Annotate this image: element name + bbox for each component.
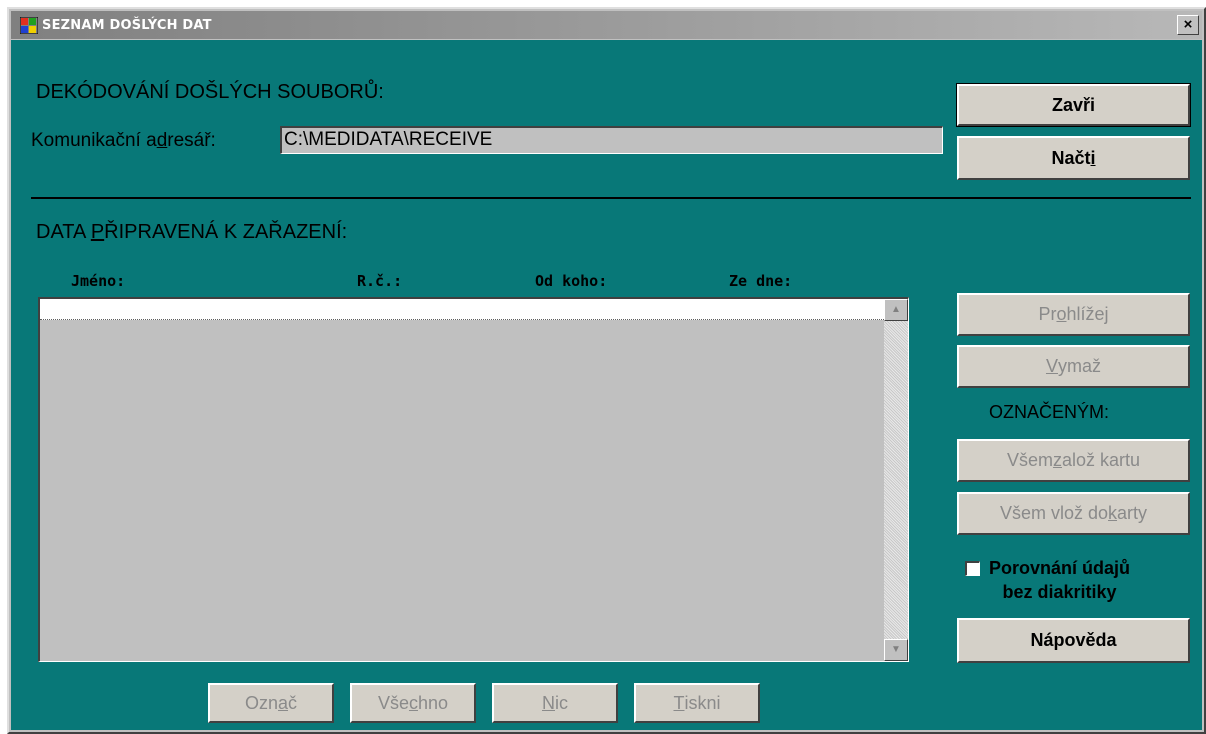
marked-label: OZNAČENÝM: — [989, 402, 1110, 422]
help-button[interactable]: Nápověda — [957, 618, 1190, 663]
view-button[interactable]: Pr o hlížej — [957, 293, 1190, 336]
close-button[interactable]: Zavři — [956, 83, 1191, 127]
delete-button[interactable]: Vymaž — [957, 345, 1190, 388]
print-button[interactable]: Tiskni — [634, 683, 760, 723]
column-header-name: Jméno: — [71, 272, 126, 290]
title-bar[interactable]: SEZNAM DOŠLÝCH DAT × — [11, 11, 1202, 39]
dir-label: Komunikační adresář: — [31, 130, 216, 151]
column-header-from: Od koho: — [535, 272, 608, 290]
communication-dir-input[interactable]: C:\MEDIDATA\RECEIVE — [280, 126, 943, 154]
insert-into-card-button[interactable]: Všem vlož do k arty — [957, 492, 1190, 535]
load-button[interactable]: Načt i — [957, 136, 1190, 180]
ready-data-heading: DATA PŘIPRAVENÁ K ZAŘAZENÍ: — [36, 221, 348, 243]
section-divider — [31, 197, 1191, 199]
compare-without-diacritics-checkbox[interactable] — [965, 561, 980, 576]
app-icon — [20, 17, 38, 34]
scroll-up-icon[interactable]: ▲ — [884, 299, 908, 321]
decode-heading: DEKÓDOVÁNÍ DOŠLÝCH SOUBORŮ: — [36, 81, 384, 103]
compare-option-label: Porovnání údajů bez diakritiky — [989, 558, 1131, 602]
window-title: SEZNAM DOŠLÝCH DAT — [42, 18, 212, 33]
list-scrollbar[interactable]: ▲ ▼ — [884, 299, 908, 661]
dialog-client-area: DEKÓDOVÁNÍ DOŠLÝCH SOUBORŮ: Komunikační … — [11, 40, 1202, 730]
scroll-down-icon[interactable]: ▼ — [884, 639, 908, 661]
column-header-birth-number: R.č.: — [357, 272, 403, 290]
select-all-button[interactable]: Vše c hno — [350, 683, 476, 723]
close-window-button[interactable]: × — [1177, 15, 1199, 35]
select-none-button[interactable]: Nic — [492, 683, 618, 723]
column-header-date: Ze dne: — [729, 272, 793, 290]
create-card-button[interactable]: Všem z alož kartu — [957, 439, 1190, 482]
dialog-window: SEZNAM DOŠLÝCH DAT × DEKÓDOVÁNÍ DOŠLÝCH … — [7, 7, 1206, 734]
mark-button[interactable]: Ozn a č — [208, 683, 334, 723]
data-list[interactable]: ▲ ▼ — [38, 297, 909, 662]
list-item[interactable] — [40, 299, 884, 320]
